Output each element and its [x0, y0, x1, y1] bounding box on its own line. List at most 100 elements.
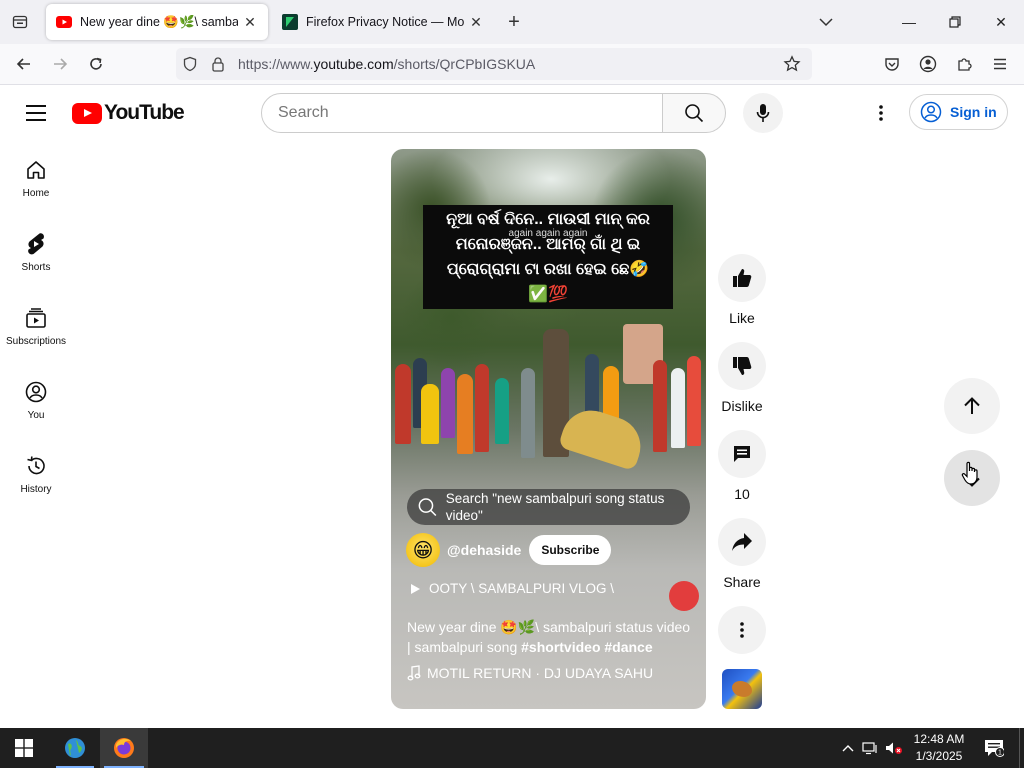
search-button[interactable]	[662, 93, 726, 133]
guide-item-home[interactable]: Home	[0, 141, 72, 215]
guide-item-label: Shorts	[21, 261, 51, 273]
network-icon[interactable]	[860, 738, 880, 758]
tab-firefox-privacy[interactable]: Firefox Privacy Notice — Mozilla ✕	[272, 4, 494, 40]
share-button[interactable]	[718, 518, 766, 566]
extensions-puzzle-icon[interactable]	[950, 50, 978, 78]
tracking-protection-shield-icon[interactable]	[176, 50, 204, 78]
show-desktop-button[interactable]	[1019, 728, 1020, 768]
guide-item-label: History	[20, 483, 52, 495]
maximize-button[interactable]	[932, 0, 978, 44]
address-bar[interactable]: https://www.youtube.com/shorts/QrCPbIGSK…	[176, 48, 812, 80]
channel-avatar[interactable]: 😁	[406, 533, 440, 567]
microphone-icon	[756, 104, 770, 122]
bookmark-star-icon[interactable]	[778, 50, 806, 78]
url-text[interactable]: https://www.youtube.com/shorts/QrCPbIGSK…	[238, 56, 535, 72]
video-frame-ball	[669, 581, 699, 611]
clock-time: 12:48 AM	[913, 732, 965, 746]
search-icon	[685, 104, 704, 123]
previous-video-button[interactable]	[944, 378, 1000, 434]
mozilla-favicon-icon	[282, 14, 298, 30]
guide-item-shorts[interactable]: Shorts	[0, 215, 72, 289]
like-button[interactable]	[718, 254, 766, 302]
hand-cursor-icon	[961, 461, 978, 485]
sign-in-button[interactable]: Sign in	[909, 94, 1008, 130]
video-title[interactable]: New year dine 🤩🌿\ sambalpuri status vide…	[407, 617, 697, 657]
caption-line: ପ୍ରୋଗ୍ରାମା ଟା ରଖା ହେଇ ଛେ🤣✅💯	[446, 261, 650, 303]
guide-menu-icon[interactable]	[20, 97, 52, 129]
volume-muted-icon[interactable]	[884, 738, 904, 758]
browser-toolbar: https://www.youtube.com/shorts/QrCPbIGSK…	[0, 44, 1024, 85]
minimize-button[interactable]: —	[886, 0, 932, 44]
like-label: Like	[729, 310, 755, 326]
arrow-up-icon	[964, 397, 980, 414]
dislike-action: Dislike	[718, 342, 766, 414]
comments-button[interactable]	[718, 430, 766, 478]
youtube-logo[interactable]: YouTube	[72, 101, 185, 125]
guide-item-you[interactable]: You	[0, 363, 72, 437]
guide-item-subscriptions[interactable]: Subscriptions	[0, 289, 72, 363]
close-tab-icon[interactable]: ✕	[242, 14, 258, 30]
share-action: Share	[718, 518, 766, 590]
subscribe-button[interactable]: Subscribe	[529, 535, 612, 565]
tab-title: Firefox Privacy Notice — Mozilla	[306, 15, 464, 29]
sound-attribution-link[interactable]: MOTIL RETURN · DJ UDAYA SAHU	[407, 665, 653, 681]
new-tab-button[interactable]: +	[502, 10, 526, 34]
more-options-button[interactable]	[718, 606, 766, 654]
windows-start-icon[interactable]	[0, 728, 48, 768]
related-search-chip[interactable]: Search "new sambalpuri song status video…	[407, 489, 690, 525]
comments-action: 10	[718, 430, 766, 502]
youtube-masthead: YouTube Sign in	[0, 85, 1024, 141]
video-caption-overlay: ନୂଆ ବର୍ଷ ଦିନେ.. ମାଉସୀ ମାନ୍ କର ମନୋରଞ୍ଜନ..…	[423, 205, 673, 309]
subscriptions-icon	[24, 306, 48, 330]
playlist-name: OOTY \ SAMBALPURI VLOG \	[429, 581, 615, 596]
channel-name-link[interactable]: @dehaside	[447, 542, 521, 558]
settings-more-vertical-icon[interactable]	[866, 97, 896, 129]
youtube-wordmark: YouTube	[104, 101, 185, 124]
lock-icon[interactable]	[204, 50, 232, 78]
shorts-video-player[interactable]: ନୂଆ ବର୍ଷ ଦିନେ.. ମାଉସୀ ମାନ୍ କର ମନୋରଞ୍ଜନ..…	[391, 149, 706, 709]
dislike-label: Dislike	[721, 398, 763, 414]
close-tab-icon[interactable]: ✕	[468, 14, 484, 30]
browser-tab-strip: New year dine 🤩🌿\ sambalpuri ✕ Firefox P…	[0, 0, 1024, 44]
show-hidden-icons-chevron-up-icon[interactable]	[838, 738, 858, 758]
you-icon	[24, 380, 48, 404]
like-action: Like	[718, 254, 766, 326]
search-icon	[418, 498, 437, 517]
url-path: /shorts/QrCPbIGSKUA	[393, 56, 536, 72]
notifications-icon[interactable]: 1	[982, 738, 1006, 758]
sound-name: MOTIL RETURN · DJ UDAYA SAHU	[427, 665, 654, 681]
more-action	[718, 606, 766, 654]
history-icon	[24, 454, 48, 478]
close-window-button[interactable]: ✕	[978, 0, 1024, 44]
related-search-text: Search "new sambalpuri song status video…	[445, 491, 665, 523]
share-arrow-icon	[732, 533, 752, 551]
pocket-icon[interactable]	[878, 50, 906, 78]
video-title-hashtags[interactable]: #shortvideo #dance	[521, 639, 653, 655]
playlist-link[interactable]: OOTY \ SAMBALPURI VLOG \	[409, 581, 614, 596]
comments-count: 10	[734, 486, 750, 502]
back-arrow-icon[interactable]	[10, 50, 38, 78]
shorts-icon	[24, 232, 48, 256]
sound-thumbnail[interactable]	[722, 669, 762, 709]
list-all-tabs-chevron-down-icon[interactable]	[814, 10, 838, 34]
app-menu-hamburger-icon[interactable]	[986, 50, 1014, 78]
firefox-view-icon[interactable]	[6, 8, 34, 36]
caption-overlay-text: again again again	[508, 228, 588, 239]
music-note-icon	[407, 665, 421, 681]
tab-youtube-short[interactable]: New year dine 🤩🌿\ sambalpuri ✕	[46, 4, 268, 40]
sign-in-label: Sign in	[950, 104, 997, 120]
guide-item-history[interactable]: History	[0, 437, 72, 511]
account-icon[interactable]	[914, 50, 942, 78]
guide-item-label: Home	[22, 187, 50, 199]
taskbar-app-globe-icon[interactable]	[52, 728, 98, 768]
clock-date: 1/3/2025	[915, 749, 963, 763]
forward-arrow-icon[interactable]	[46, 50, 74, 78]
voice-search-button[interactable]	[743, 93, 783, 133]
search-input[interactable]	[261, 93, 663, 133]
thumbs-up-icon	[733, 269, 752, 287]
reload-icon[interactable]	[82, 50, 110, 78]
taskbar-firefox-icon[interactable]	[100, 728, 148, 768]
dislike-button[interactable]	[718, 342, 766, 390]
play-icon	[411, 583, 420, 594]
system-clock[interactable]: 12:48 AM 1/3/2025	[906, 731, 972, 765]
